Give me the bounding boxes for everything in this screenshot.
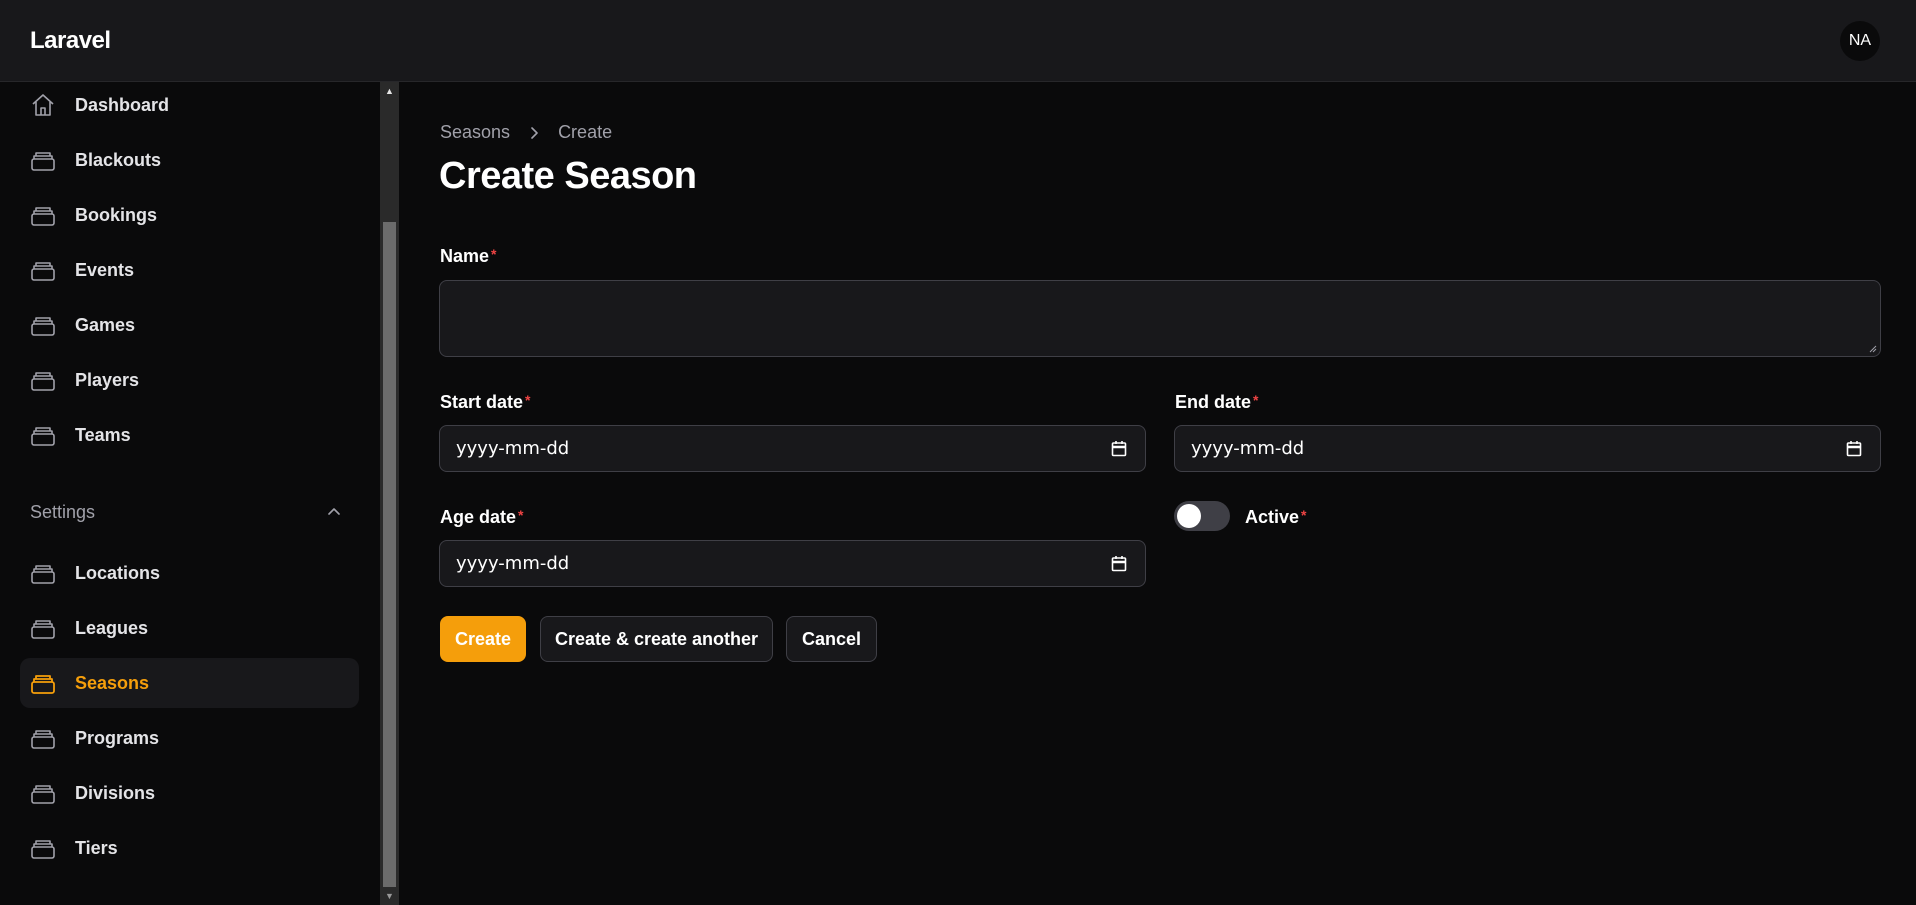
start-date-input[interactable]: yyyy-mm-dd xyxy=(439,425,1146,472)
end-date-input[interactable]: yyyy-mm-dd xyxy=(1174,425,1881,472)
stack-icon xyxy=(31,262,55,281)
active-toggle[interactable] xyxy=(1174,501,1230,531)
sidebar-item-label: Players xyxy=(75,369,140,390)
sidebar-item-players[interactable]: Players xyxy=(20,355,359,405)
sidebar-item-programs[interactable]: Programs xyxy=(20,713,359,763)
stack-icon xyxy=(31,317,55,336)
page-title: Create Season xyxy=(439,155,697,197)
required-marker: * xyxy=(525,392,531,408)
cancel-button[interactable]: Cancel xyxy=(786,616,877,662)
stack-icon xyxy=(31,372,55,391)
calendar-icon[interactable] xyxy=(1111,555,1127,572)
sidebar-item-label: Games xyxy=(75,314,136,335)
sidebar-item-label: Seasons xyxy=(75,672,150,693)
sidebar-item-label: Teams xyxy=(75,424,131,445)
chevron-up-icon[interactable] xyxy=(326,504,342,520)
stack-icon xyxy=(31,675,55,694)
calendar-icon[interactable] xyxy=(1111,440,1127,457)
sidebar-item-label: Locations xyxy=(75,562,161,583)
end-date-placeholder: yyyy-mm-dd xyxy=(1191,438,1305,459)
active-label: Active * xyxy=(1245,507,1306,528)
end-date-label-text: End date xyxy=(1175,392,1252,412)
sidebar-item-label: Blackouts xyxy=(75,149,162,170)
end-date-label: End date * xyxy=(1175,392,1258,413)
sidebar-item-bookings[interactable]: Bookings xyxy=(20,190,359,240)
stack-icon xyxy=(31,565,55,584)
calendar-icon[interactable] xyxy=(1846,440,1862,457)
name-textarea[interactable] xyxy=(439,280,1881,357)
stack-icon xyxy=(31,427,55,446)
sidebar-item-label: Events xyxy=(75,259,135,280)
sidebar-item-label: Bookings xyxy=(75,204,158,225)
stack-icon xyxy=(31,840,55,859)
brand-logo[interactable]: Laravel xyxy=(30,27,111,55)
scroll-down-arrow-icon[interactable]: ▼ xyxy=(380,887,399,905)
active-label-text: Active xyxy=(1245,507,1300,527)
sidebar-item-games[interactable]: Games xyxy=(20,300,359,350)
sidebar-item-leagues[interactable]: Leagues xyxy=(20,603,359,653)
required-marker: * xyxy=(1253,392,1259,408)
sidebar-item-label: Dashboard xyxy=(75,94,170,115)
stack-icon xyxy=(31,152,55,171)
sidebar-item-label: Leagues xyxy=(75,617,149,638)
breadcrumb-current: Create xyxy=(558,122,613,142)
sidebar: Dashboard Blackouts Bookings Events Game… xyxy=(0,82,380,905)
home-icon xyxy=(32,94,54,116)
user-avatar[interactable]: NA xyxy=(1840,21,1880,61)
create-button[interactable]: Create xyxy=(440,616,526,662)
required-marker: * xyxy=(518,507,524,523)
breadcrumb-link-seasons[interactable]: Seasons xyxy=(440,122,510,143)
name-label-text: Name xyxy=(440,246,490,266)
start-date-label-text: Start date xyxy=(440,392,524,412)
sidebar-item-seasons[interactable]: Seasons xyxy=(20,658,359,708)
stack-icon xyxy=(31,785,55,804)
age-date-input[interactable]: yyyy-mm-dd xyxy=(439,540,1146,587)
sidebar-item-events[interactable]: Events xyxy=(20,245,359,295)
chevron-right-icon xyxy=(531,126,538,139)
breadcrumb: Seasons Create xyxy=(440,122,612,143)
sidebar-item-dashboard[interactable]: Dashboard xyxy=(20,82,359,130)
sidebar-scrollbar[interactable]: ▲ ▼ xyxy=(380,82,399,905)
topbar: Laravel NA xyxy=(0,0,1916,82)
required-marker: * xyxy=(491,246,497,262)
sidebar-item-label: Divisions xyxy=(75,782,156,803)
sidebar-item-label: Programs xyxy=(75,727,160,748)
create-another-button[interactable]: Create & create another xyxy=(540,616,773,662)
toggle-knob xyxy=(1177,504,1201,528)
sidebar-item-locations[interactable]: Locations xyxy=(20,548,359,598)
start-date-placeholder: yyyy-mm-dd xyxy=(456,438,570,459)
age-date-label-text: Age date xyxy=(440,507,517,527)
age-date-placeholder: yyyy-mm-dd xyxy=(456,553,570,574)
sidebar-item-label: Tiers xyxy=(75,837,118,858)
age-date-label: Age date * xyxy=(440,507,523,528)
start-date-label: Start date * xyxy=(440,392,530,413)
stack-icon xyxy=(31,207,55,226)
name-label: Name * xyxy=(440,246,496,267)
settings-group-toggle[interactable]: Settings xyxy=(30,498,350,528)
scrollbar-thumb[interactable] xyxy=(383,222,396,887)
stack-icon xyxy=(31,620,55,639)
sidebar-item-divisions[interactable]: Divisions xyxy=(20,768,359,818)
sidebar-item-teams[interactable]: Teams xyxy=(20,410,359,460)
settings-group-label: Settings xyxy=(30,502,96,522)
stack-icon xyxy=(31,730,55,749)
sidebar-item-tiers[interactable]: Tiers xyxy=(20,823,359,873)
sidebar-item-blackouts[interactable]: Blackouts xyxy=(20,135,359,185)
resize-grip-icon[interactable] xyxy=(1867,343,1877,353)
scroll-up-arrow-icon[interactable]: ▲ xyxy=(380,82,399,100)
required-marker: * xyxy=(1301,507,1307,523)
